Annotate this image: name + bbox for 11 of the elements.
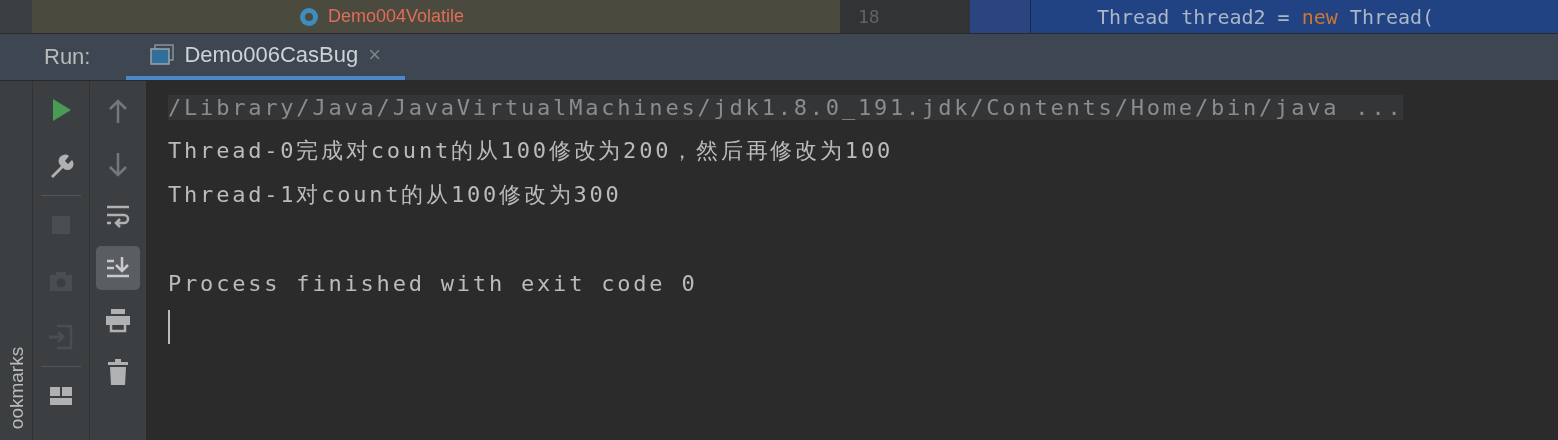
window-icon [150, 44, 175, 66]
code-line: Thread thread2 = new Thread( [1097, 4, 1435, 29]
console-line: Process finished with exit code 0 [168, 270, 698, 296]
text-cursor [168, 310, 170, 344]
run-label: Run: [44, 44, 91, 70]
console-line: Thread-1对count的从100修改为300 [168, 181, 622, 209]
print-icon[interactable] [104, 306, 132, 334]
side-panel [0, 0, 32, 33]
class-icon [298, 5, 320, 28]
bookmarks-tab[interactable]: ookmarks [6, 346, 29, 430]
console-line: Thread-0完成对count的从100修改为200，然后再修改为100 [168, 137, 893, 165]
